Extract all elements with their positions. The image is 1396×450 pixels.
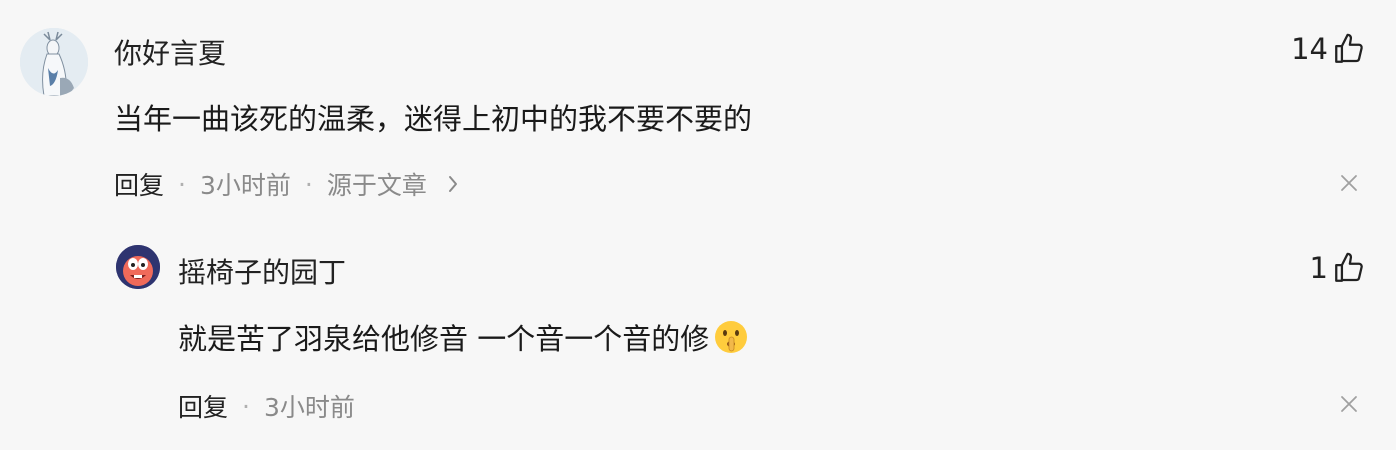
like-count: 14 [1291, 32, 1328, 66]
reply-item: 摇椅子的园丁 1 就是苦了羽泉给他修音 一个音一个音的修 回复 · 3小时前 [0, 225, 1396, 450]
timestamp: 3小时前 [199, 171, 291, 200]
thumbs-up-icon [1335, 33, 1363, 63]
timestamp: 3小时前 [263, 393, 355, 422]
avatar[interactable] [116, 245, 160, 289]
like-button[interactable]: 1 [1310, 251, 1366, 285]
close-icon[interactable] [1338, 393, 1360, 415]
reply-text: 就是苦了羽泉给他修音 一个音一个音的修 [178, 322, 710, 356]
comment-text: 就是苦了羽泉给他修音 一个音一个音的修 [178, 316, 749, 358]
comment-meta: 回复 · 3小时前 · 源于文章 [114, 166, 459, 202]
cartoon-avatar-icon [116, 245, 160, 289]
source-label: 源于文章 [326, 171, 427, 200]
comment-text: 当年一曲该死的温柔，迷得上初中的我不要不要的 [114, 102, 753, 136]
separator-dot: · [242, 391, 250, 421]
chevron-right-icon [448, 176, 457, 192]
username[interactable]: 你好言夏 [114, 32, 226, 72]
deer-avatar-icon [20, 28, 88, 96]
separator-dot: · [178, 169, 186, 199]
separator-dot: · [304, 169, 313, 199]
comment-meta: 回复 · 3小时前 [178, 388, 355, 424]
thumbs-up-icon [1335, 252, 1363, 282]
shushing-face-icon [715, 321, 748, 353]
like-count: 1 [1309, 251, 1328, 285]
comment-item: 你好言夏 14 当年一曲该死的温柔，迷得上初中的我不要不要的 回复 · 3小时前… [0, 0, 1396, 225]
like-button[interactable]: 14 [1291, 32, 1366, 66]
close-icon[interactable] [1338, 172, 1360, 194]
avatar[interactable] [20, 28, 88, 96]
source-link[interactable]: 源于文章 [327, 166, 459, 202]
username[interactable]: 摇椅子的园丁 [178, 251, 346, 291]
reply-button[interactable]: 回复 [114, 166, 164, 202]
reply-button[interactable]: 回复 [178, 388, 228, 424]
